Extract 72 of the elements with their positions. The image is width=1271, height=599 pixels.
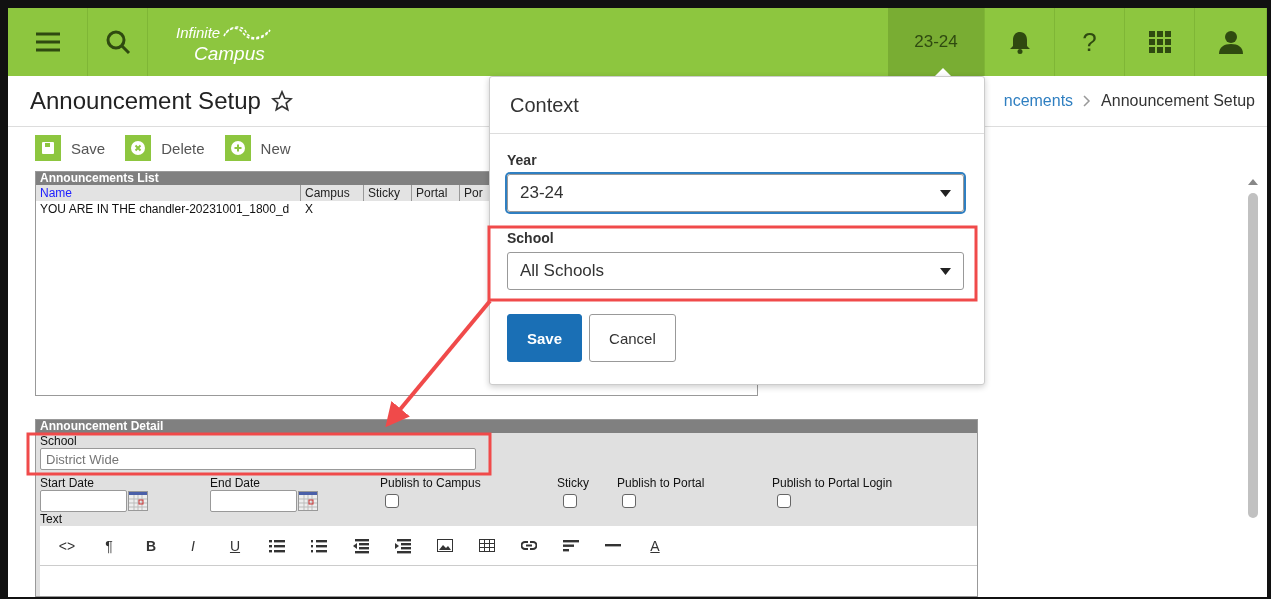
bullet-list-icon xyxy=(269,537,285,554)
checkbox[interactable] xyxy=(777,494,791,508)
field-label: Sticky xyxy=(557,476,589,490)
field-label: Start Date xyxy=(40,476,95,490)
outdent-icon xyxy=(353,537,369,554)
logo-text: Infinite xyxy=(176,25,221,40)
new-icon xyxy=(224,135,251,161)
menu-icon xyxy=(35,32,60,52)
field-label: Publish to Campus xyxy=(380,476,481,490)
column-header[interactable]: Name xyxy=(36,185,301,201)
user-icon xyxy=(1218,30,1243,54)
scroll-up-icon[interactable] xyxy=(1248,179,1258,185)
horizontal-rule-icon xyxy=(605,544,621,547)
help-button[interactable]: ? xyxy=(1055,8,1125,76)
format-button[interactable]: ¶ xyxy=(88,537,130,554)
field-label: School xyxy=(40,434,78,448)
image-icon xyxy=(437,537,453,554)
delete-icon xyxy=(125,135,152,161)
grid-icon xyxy=(1148,31,1171,53)
scrollbar-thumb[interactable] xyxy=(1248,193,1258,518)
column-header[interactable]: Portal xyxy=(412,185,460,201)
search-icon xyxy=(104,29,131,55)
table-icon xyxy=(479,537,495,554)
select-field[interactable]: All Schools xyxy=(507,252,964,290)
save-icon xyxy=(35,135,61,161)
table-cell-text: X xyxy=(304,201,314,217)
star-icon[interactable] xyxy=(270,90,293,112)
save-button[interactable]: Save xyxy=(507,314,583,362)
year-button[interactable]: 23-24 xyxy=(888,8,985,76)
field-label: Publish to Portal xyxy=(617,476,705,490)
panel-header: Announcement Detail xyxy=(36,420,977,433)
field-label: School xyxy=(507,230,555,246)
checkbox[interactable] xyxy=(622,494,636,508)
field-label: Publish to Portal Login xyxy=(772,476,893,490)
date-field[interactable] xyxy=(210,490,297,512)
dropdown-arrow-icon xyxy=(940,189,951,197)
format-button[interactable]: A xyxy=(634,537,676,554)
popover-title: Context xyxy=(510,93,579,117)
format-button[interactable]: U xyxy=(214,537,256,554)
tool-label: Delete xyxy=(161,139,205,157)
checkbox[interactable] xyxy=(385,494,399,508)
select-field[interactable]: 23-24 xyxy=(507,174,964,212)
bell-icon xyxy=(1008,30,1031,54)
chevron-icon xyxy=(1083,95,1092,107)
tool-label: Save xyxy=(71,139,106,157)
format-button[interactable]: B xyxy=(130,537,172,554)
school-field[interactable]: District Wide xyxy=(40,448,476,470)
field-label: End Date xyxy=(210,476,261,490)
breadcrumb-link[interactable]: ncements xyxy=(1003,92,1074,110)
column-header[interactable]: Campus xyxy=(301,185,364,201)
delete-tool-button[interactable]: Delete xyxy=(125,135,205,161)
cancel-button[interactable]: Cancel xyxy=(589,314,676,362)
save-tool-button[interactable]: Save xyxy=(35,135,106,161)
page-title: Announcement Setup xyxy=(30,87,261,115)
field-label: Text xyxy=(40,512,62,526)
indent-icon xyxy=(395,537,411,554)
table-cell-text: YOU ARE IN THE chandler-20231001_1800_d xyxy=(39,201,291,217)
dropdown-arrow-icon xyxy=(940,267,951,275)
calendar-icon[interactable] xyxy=(298,491,318,511)
align-left-icon xyxy=(563,537,579,554)
format-button[interactable]: <> xyxy=(46,537,88,554)
logo-text: Campus xyxy=(194,43,266,63)
tool-label: New xyxy=(260,139,291,157)
breadcrumb-current: Announcement Setup xyxy=(1101,92,1255,110)
calendar-icon[interactable] xyxy=(128,491,148,511)
numbered-list-icon xyxy=(311,537,327,554)
new-tool-button[interactable]: New xyxy=(224,135,291,161)
column-header[interactable]: Sticky xyxy=(364,185,412,201)
date-field[interactable] xyxy=(40,490,127,512)
field-label: Year xyxy=(507,152,538,168)
format-button[interactable]: I xyxy=(172,537,214,554)
checkbox[interactable] xyxy=(563,494,577,508)
